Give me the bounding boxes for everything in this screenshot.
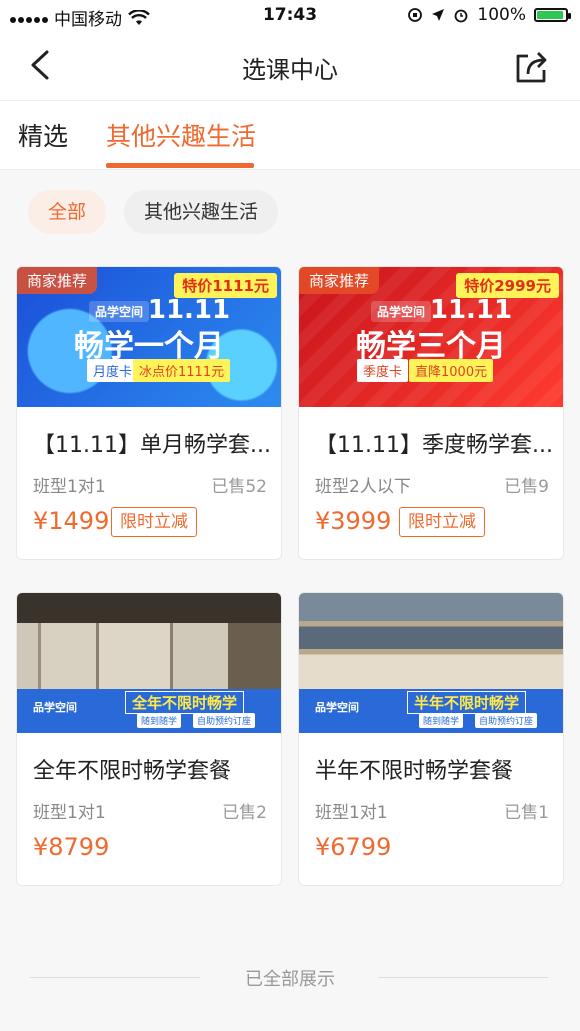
course-card[interactable]: 商家推荐 特价2999元 品学空间 11.11 畅学三个月 季度卡 直降1000…	[298, 266, 564, 560]
recommend-badge: 商家推荐	[299, 267, 380, 294]
banner-slogan: 半年不限时畅学	[407, 691, 527, 714]
banner-card-type: 月度卡	[87, 359, 139, 382]
rotation-lock-icon	[408, 8, 423, 22]
status-bar: 中国移动 17:43 100%	[0, 0, 580, 32]
course-price: ¥3999	[315, 507, 392, 535]
banner-bar: 品学空间 半年不限时畅学 随到随学 自助预约订座	[299, 689, 563, 733]
filter-chips: 全部 其他兴趣生活	[0, 190, 580, 236]
course-card[interactable]: 商家推荐 特价1111元 品学空间 11.11 畅学一个月 月度卡 冰点价111…	[16, 266, 282, 560]
brand-logo: 品学空间	[315, 701, 359, 714]
course-banner: 品学空间 全年不限时畅学 随到随学 自助预约订座	[17, 593, 281, 733]
course-name: 【11.11】单月畅学套...	[33, 433, 271, 458]
share-icon[interactable]	[514, 48, 550, 84]
course-name: 【11.11】季度畅学套...	[315, 433, 553, 458]
sold-count: 已售52	[211, 477, 267, 497]
divider	[378, 977, 548, 978]
banner-ceiling	[17, 593, 281, 623]
banner-card-type: 季度卡	[357, 359, 409, 382]
course-price: ¥1499	[33, 507, 110, 535]
sold-count: 已售9	[504, 477, 549, 497]
chip-all[interactable]: 全部	[28, 190, 107, 234]
tab-featured[interactable]: 精选	[18, 117, 68, 153]
chip-interest-life[interactable]: 其他兴趣生活	[124, 190, 279, 234]
end-of-list-text: 已全部展示	[245, 969, 335, 990]
class-type: 班型2人以下	[315, 477, 411, 497]
banner-deal: 直降1000元	[409, 359, 494, 382]
alarm-icon	[454, 9, 468, 23]
list-end-footer: 已全部展示	[0, 960, 580, 992]
course-card[interactable]: 品学空间 半年不限时畅学 随到随学 自助预约订座 半年不限时畅学套餐 班型1对1…	[298, 592, 564, 886]
banner-deal: 冰点价1111元	[133, 359, 231, 382]
banner-feature: 自助预约订座	[193, 713, 256, 728]
course-card[interactable]: 品学空间 全年不限时畅学 随到随学 自助预约订座 全年不限时畅学套餐 班型1对1…	[16, 592, 282, 886]
course-price: ¥8799	[33, 833, 110, 861]
category-tabs: 精选 其他兴趣生活	[0, 101, 580, 170]
nav-bar: 选课中心	[0, 32, 580, 101]
class-type: 班型1对1	[315, 803, 388, 823]
page-title: 选课中心	[242, 56, 338, 84]
promo-tag: 限时立减	[399, 507, 485, 537]
battery-percent: 100%	[477, 5, 526, 25]
brand-logo: 品学空间	[33, 701, 77, 714]
class-type: 班型1对1	[33, 477, 106, 497]
course-banner: 商家推荐 特价2999元 品学空间 11.11 畅学三个月 季度卡 直降1000…	[299, 267, 563, 407]
tab-active-indicator	[106, 163, 254, 168]
banner-slogan: 全年不限时畅学	[125, 691, 245, 714]
sold-count: 已售2	[222, 803, 267, 823]
course-banner: 品学空间 半年不限时畅学 随到随学 自助预约订座	[299, 593, 563, 733]
course-price: ¥6799	[315, 833, 392, 861]
banner-bar: 品学空间 全年不限时畅学 随到随学 自助预约订座	[17, 689, 281, 733]
banner-feature: 随到随学	[137, 713, 182, 728]
recommend-badge: 商家推荐	[17, 267, 98, 294]
sold-count: 已售1	[504, 803, 549, 823]
banner-feature: 随到随学	[419, 713, 464, 728]
promo-tag: 限时立减	[111, 507, 197, 537]
course-banner: 商家推荐 特价1111元 品学空间 11.11 畅学一个月 月度卡 冰点价111…	[17, 267, 281, 407]
course-name: 全年不限时畅学套餐	[33, 759, 232, 784]
status-right: 100%	[407, 5, 571, 25]
location-icon	[432, 9, 445, 21]
battery-icon	[534, 8, 571, 22]
banner-feature: 自助预约订座	[475, 713, 538, 728]
class-type: 班型1对1	[33, 803, 106, 823]
tab-interest-life[interactable]: 其他兴趣生活	[106, 117, 256, 153]
course-name: 半年不限时畅学套餐	[315, 759, 514, 784]
